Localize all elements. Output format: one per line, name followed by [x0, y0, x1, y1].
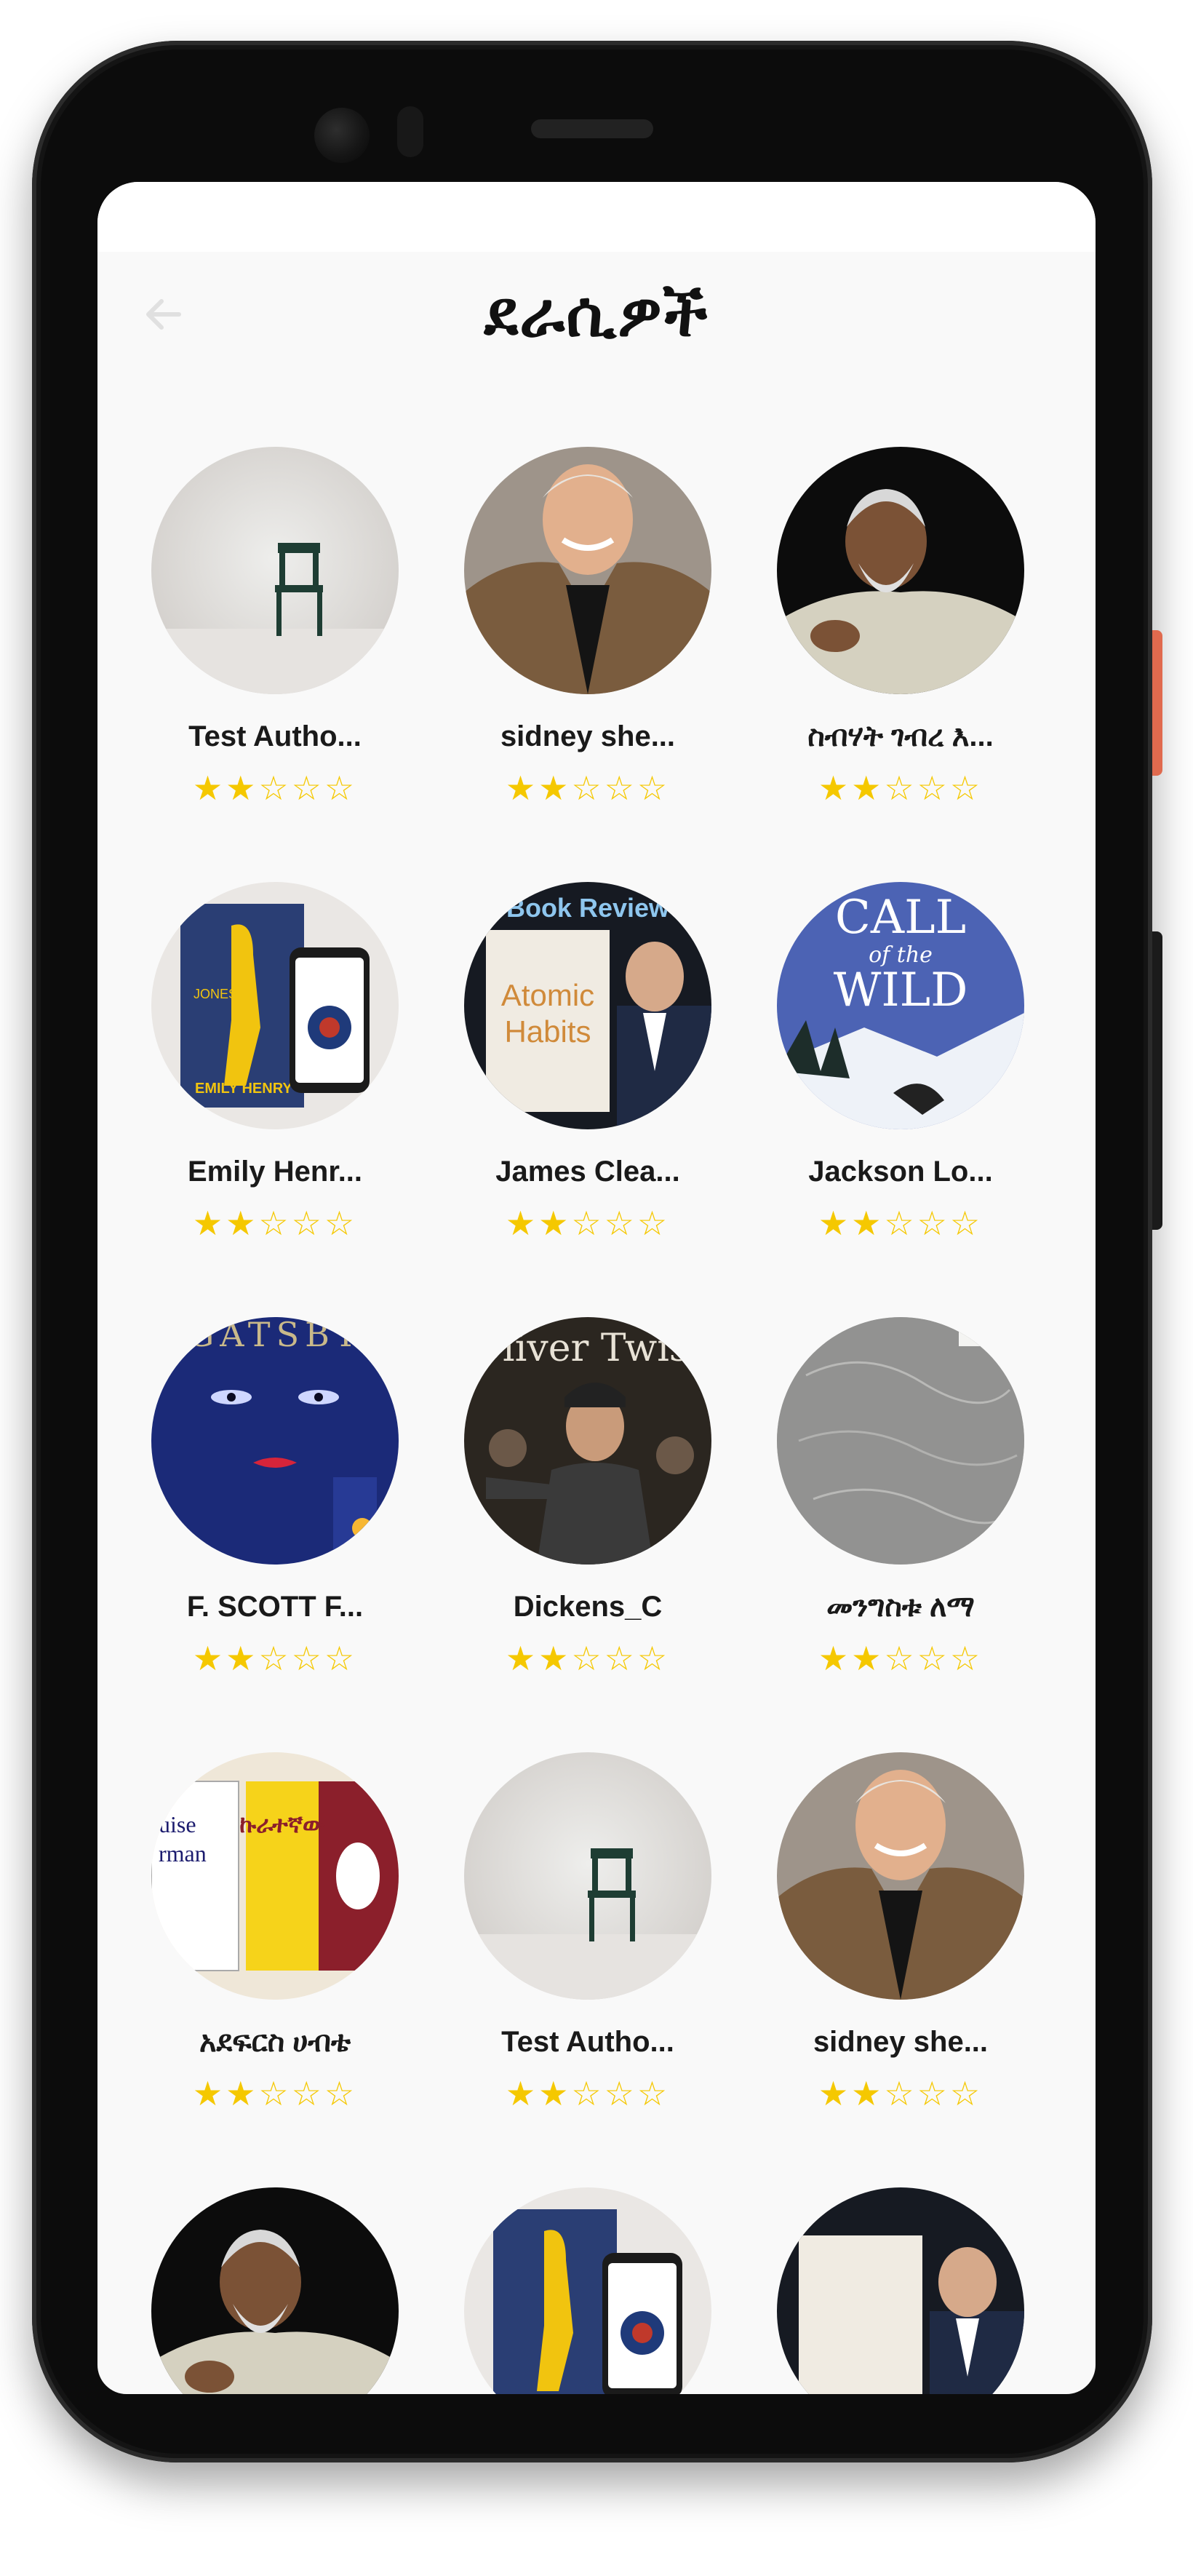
- author-avatar: [464, 2187, 711, 2394]
- author-avatar: [464, 447, 711, 694]
- app-header: ደራሲዎች: [97, 252, 1096, 390]
- volume-button: [1152, 931, 1162, 1230]
- author-card[interactable]: Book Review Atomic Habits James Clea... …: [410, 882, 716, 1289]
- author-card[interactable]: [97, 2187, 403, 2394]
- author-card[interactable]: EMILY HENRY JONES Emily Henr... ★★☆☆☆: [97, 882, 403, 1289]
- book-title-text: Atomic: [501, 978, 594, 1012]
- author-card[interactable]: መንግስቱ ለማ ★★☆☆☆: [723, 1317, 1029, 1725]
- author-name: F. SCOTT F...: [186, 1591, 364, 1623]
- star-rating: ★★☆☆☆: [818, 2074, 983, 2113]
- app-screen: ደራሲዎች Test Autho... ★★☆☆☆ sidney she... …: [97, 182, 1096, 2394]
- author-name: ስብሃት ገብረ እ...: [807, 720, 994, 752]
- author-avatar: Oliver Twist: [464, 1317, 711, 1565]
- author-avatar: CALL of the WILD: [777, 882, 1024, 1129]
- author-avatar: [777, 2187, 1024, 2394]
- book-page-text: uise: [159, 1811, 196, 1837]
- book-title-text: JONES: [193, 987, 237, 1001]
- star-rating: ★★☆☆☆: [505, 2074, 671, 2113]
- star-rating: ★★☆☆☆: [192, 768, 358, 808]
- author-card[interactable]: Test Autho... ★★☆☆☆: [410, 1752, 716, 2160]
- author-name: አደፍርስ ሀብቴ: [199, 2026, 351, 2058]
- star-rating: ★★☆☆☆: [818, 1204, 983, 1243]
- star-rating: ★★☆☆☆: [505, 768, 671, 808]
- author-card[interactable]: GATSBY F. SCOTT F... ★★☆☆☆: [97, 1317, 403, 1725]
- star-rating: ★★☆☆☆: [192, 1204, 358, 1243]
- author-avatar: [777, 1752, 1024, 2000]
- author-avatar: [151, 2187, 399, 2394]
- author-name: መንግስቱ ለማ: [826, 1591, 975, 1623]
- author-card[interactable]: ስብሃት ገብረ እ... ★★☆☆☆: [723, 447, 1029, 854]
- star-rating: ★★☆☆☆: [192, 1639, 358, 1678]
- status-bar: [97, 182, 1096, 252]
- book-review-banner: Book Review: [506, 893, 670, 923]
- author-name: Dickens_C: [513, 1591, 663, 1623]
- author-name: sidney she...: [500, 720, 676, 752]
- book-author-text: EMILY HENRY: [195, 1081, 292, 1097]
- author-name: Test Autho...: [188, 720, 362, 752]
- book-title-text-2: WILD: [834, 963, 968, 1017]
- page-title: ደራሲዎች: [484, 278, 709, 351]
- author-avatar: [777, 1317, 1024, 1565]
- earpiece-speaker: [531, 119, 653, 138]
- author-name: Emily Henr...: [187, 1156, 363, 1188]
- author-card[interactable]: Test Autho... ★★☆☆☆: [97, 447, 403, 854]
- author-name: sidney she...: [813, 2026, 989, 2058]
- star-rating: ★★☆☆☆: [505, 1639, 671, 1678]
- device-mockup: ደራሲዎች Test Autho... ★★☆☆☆ sidney she... …: [0, 0, 1193, 2576]
- book-page-text-2: rman: [159, 1840, 207, 1867]
- author-card[interactable]: CALL of the WILD Jackson Lo... ★★☆☆☆: [723, 882, 1029, 1289]
- author-avatar: [777, 447, 1024, 694]
- author-card[interactable]: sidney she... ★★☆☆☆: [410, 447, 716, 854]
- author-card[interactable]: Oliver Twist Dickens_C ★★☆☆☆: [410, 1317, 716, 1725]
- book-subtitle-text: Habits: [504, 1014, 591, 1049]
- author-avatar: GATSBY: [151, 1317, 399, 1565]
- author-name: Test Autho...: [501, 2026, 674, 2058]
- author-card[interactable]: [410, 2187, 716, 2394]
- book-title-text: Oliver Twist: [472, 1327, 704, 1370]
- power-button: [1152, 630, 1162, 776]
- author-avatar: EMILY HENRY JONES: [151, 882, 399, 1129]
- book-title-text: GATSBY: [187, 1317, 362, 1354]
- star-rating: ★★☆☆☆: [818, 768, 983, 808]
- author-avatar: [464, 1752, 711, 2000]
- author-card[interactable]: sidney she... ★★☆☆☆: [723, 1752, 1029, 2160]
- star-rating: ★★☆☆☆: [192, 2074, 358, 2113]
- author-name: James Clea...: [495, 1156, 680, 1188]
- star-rating: ★★☆☆☆: [818, 1639, 983, 1678]
- author-card[interactable]: uise rman ኩራተኛው አደፍርስ ሀብቴ ★★☆☆☆: [97, 1752, 403, 2160]
- author-avatar: uise rman ኩራተኛው: [151, 1752, 399, 2000]
- author-name: Jackson Lo...: [808, 1156, 993, 1188]
- author-avatar: [151, 447, 399, 694]
- proximity-sensor: [397, 106, 423, 157]
- book-title-text: CALL: [835, 891, 966, 945]
- author-avatar: Book Review Atomic Habits: [464, 882, 711, 1129]
- star-rating: ★★☆☆☆: [505, 1204, 671, 1243]
- book-title-text: ኩራተኛው: [239, 1810, 326, 1838]
- front-camera: [314, 108, 370, 163]
- author-card[interactable]: [723, 2187, 1029, 2394]
